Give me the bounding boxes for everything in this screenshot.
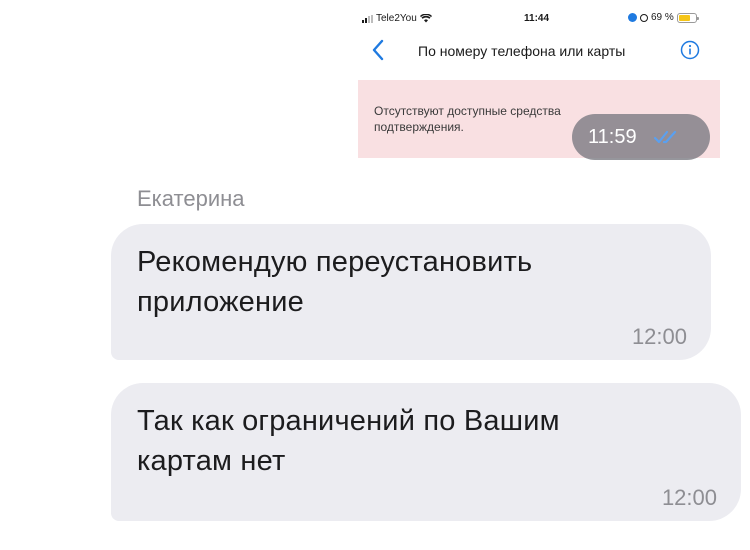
location-icon: [628, 13, 637, 22]
orientation-lock-icon: [640, 13, 648, 22]
message-bubble[interactable]: Так как ограничений по Вашим картам нет …: [111, 383, 741, 521]
status-left: Tele2You: [362, 13, 432, 24]
battery-icon: [676, 12, 699, 23]
wifi-icon: [419, 14, 432, 23]
carrier-name: Tele2You: [376, 13, 417, 24]
chat-screen: Tele2You 11:44 69 % По номеру телефона и…: [0, 0, 750, 550]
message-bubble[interactable]: Рекомендую переустановить приложение 12:…: [111, 224, 711, 360]
chevron-left-icon[interactable]: [368, 38, 390, 62]
image-message-time-chip: 11:59: [572, 114, 710, 160]
battery-percent: 69 %: [651, 12, 674, 23]
message-text: Так как ограничений по Вашим картам нет: [137, 405, 560, 477]
message-time: 12:00: [661, 485, 717, 510]
nav-bar: По номеру телефона или карты: [358, 34, 720, 74]
info-icon[interactable]: [680, 40, 700, 60]
message-time: 12:00: [631, 324, 687, 349]
nav-title: По номеру телефона или карты: [418, 43, 626, 59]
status-time: 11:44: [524, 13, 550, 24]
sender-name: Екатерина: [137, 186, 245, 211]
status-right: 69 %: [628, 12, 699, 23]
signal-icon: [362, 14, 373, 23]
status-bar: Tele2You 11:44 69 %: [358, 0, 720, 34]
message-text: Рекомендую переустановить приложение: [137, 246, 533, 318]
double-check-icon: [653, 130, 676, 144]
image-message-time: 11:59: [588, 125, 637, 148]
